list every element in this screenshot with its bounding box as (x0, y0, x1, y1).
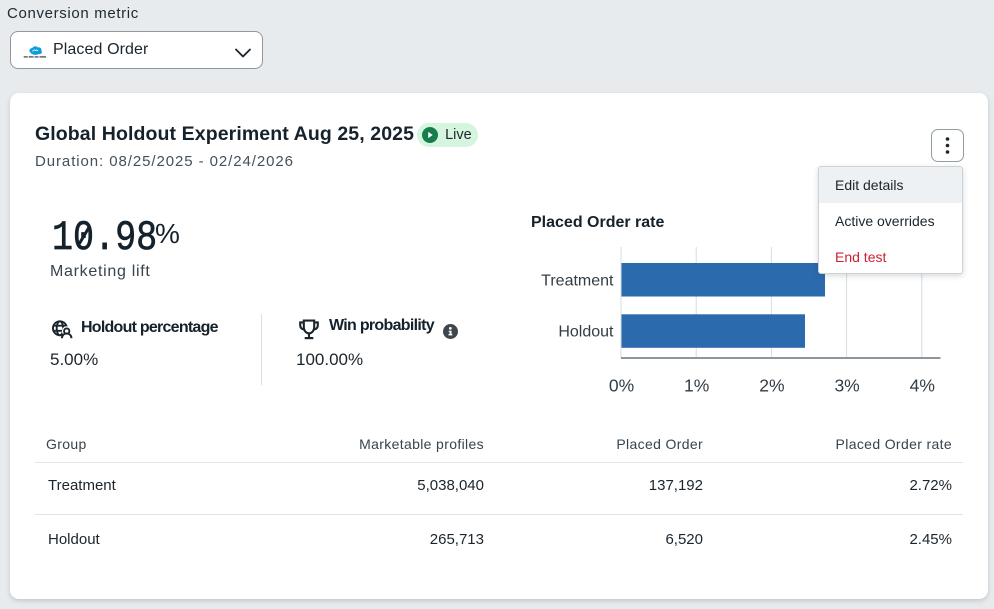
svg-text:2%: 2% (759, 376, 784, 396)
svg-text:Treatment: Treatment (541, 273, 614, 290)
svg-text:Holdout: Holdout (558, 324, 614, 341)
svg-text:0%: 0% (609, 376, 634, 396)
svg-text:1%: 1% (684, 376, 709, 396)
svg-text:3%: 3% (834, 376, 859, 396)
svg-text:4%: 4% (910, 376, 935, 396)
